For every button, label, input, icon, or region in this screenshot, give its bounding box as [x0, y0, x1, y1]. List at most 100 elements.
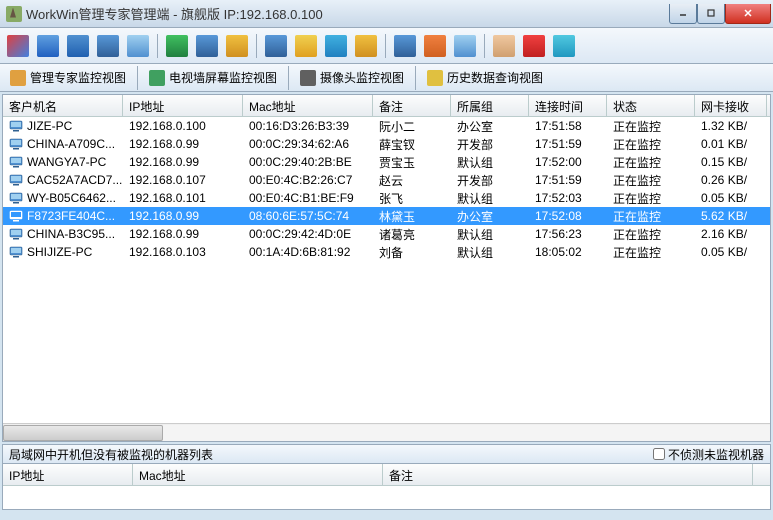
toolbar-button[interactable] [322, 32, 350, 60]
column-header[interactable]: 备注 [373, 95, 451, 116]
column-header[interactable]: 连接时间 [529, 95, 607, 116]
table-cell: 17:52:00 [529, 154, 607, 170]
view-tab-icon [10, 70, 26, 86]
table-row[interactable]: F8723FE404C...192.168.0.9908:60:6E:57:5C… [3, 207, 770, 225]
table-cell: 正在监控 [607, 189, 695, 208]
column-header[interactable]: 所属组 [451, 95, 529, 116]
icon-p-icon [493, 35, 515, 57]
toolbar-button[interactable] [451, 32, 479, 60]
table-cell: SHIJIZE-PC [3, 244, 123, 260]
pc-icon [9, 174, 23, 186]
toolbar-button[interactable] [262, 32, 290, 60]
view-tab[interactable]: 摄像头监控视图 [294, 67, 410, 88]
table-cell: CHINA-B3C95... [3, 226, 123, 242]
table-cell: 17:51:59 [529, 172, 607, 188]
table-cell: 正在监控 [607, 117, 695, 136]
table-cell: 00:E0:4C:B2:26:C7 [243, 172, 373, 188]
table-cell: 08:60:6E:57:5C:74 [243, 208, 373, 224]
table-cell: CHINA-A709C... [3, 136, 123, 152]
table-cell: 192.168.0.99 [123, 226, 243, 242]
view-tab[interactable]: 管理专家监控视图 [4, 67, 132, 88]
toolbar-button[interactable] [94, 32, 122, 60]
table-cell: 薛宝钗 [373, 135, 451, 154]
table-cell: 192.168.0.99 [123, 136, 243, 152]
toolbar-button[interactable] [352, 32, 380, 60]
titlebar: WorkWin管理专家管理端 - 旗舰版 IP:192.168.0.100 [0, 0, 773, 28]
icon-r-icon [553, 35, 575, 57]
toolbar-button[interactable] [550, 32, 578, 60]
table-cell: 默认组 [451, 243, 529, 262]
table-cell: 17:56:23 [529, 226, 607, 242]
view-tab-label: 历史数据查询视图 [447, 69, 543, 86]
bottom-panel-header: 局域网中开机但没有被监视的机器列表 不侦测未监视机器 [2, 444, 771, 464]
table-cell: 17:52:08 [529, 208, 607, 224]
toolbar-button[interactable] [124, 32, 152, 60]
toolbar-button[interactable] [193, 32, 221, 60]
toolbar-button[interactable] [391, 32, 419, 60]
table-cell: 默认组 [451, 225, 529, 244]
pc-icon [9, 246, 23, 258]
icon-q-icon [523, 35, 545, 57]
table-row[interactable]: CHINA-B3C95...192.168.0.9900:0C:29:42:4D… [3, 225, 770, 243]
table-cell: 1.32 KB/ [695, 118, 767, 134]
icon-o-icon [454, 35, 476, 57]
column-header[interactable]: Mac地址 [133, 464, 383, 485]
table-cell: CAC52A7ACD7... [3, 172, 123, 188]
column-header[interactable]: 网卡接收 [695, 95, 767, 116]
toolbar-button[interactable] [223, 32, 251, 60]
table-row[interactable]: CAC52A7ACD7...192.168.0.10700:E0:4C:B2:2… [3, 171, 770, 189]
horizontal-scrollbar[interactable] [3, 423, 770, 441]
bottom-panel: 局域网中开机但没有被监视的机器列表 不侦测未监视机器 IP地址Mac地址备注 [2, 444, 771, 510]
toolbar-button[interactable] [520, 32, 548, 60]
table-row[interactable]: SHIJIZE-PC192.168.0.10300:1A:4D:6B:81:92… [3, 243, 770, 261]
table-row[interactable]: JIZE-PC192.168.0.10000:16:D3:26:B3:39阮小二… [3, 117, 770, 135]
icon-b-icon [37, 35, 59, 57]
table-cell: 0.15 KB/ [695, 154, 767, 170]
table-cell: 默认组 [451, 189, 529, 208]
table-cell: 00:0C:29:34:62:A6 [243, 136, 373, 152]
toolbar-button[interactable] [163, 32, 191, 60]
table-cell: 阮小二 [373, 117, 451, 136]
toolbar-button[interactable] [292, 32, 320, 60]
scrollbar-track[interactable] [3, 425, 770, 441]
table-cell: 0.26 KB/ [695, 172, 767, 188]
no-detect-checkbox-label[interactable]: 不侦测未监视机器 [653, 446, 764, 463]
toolbar-button[interactable] [64, 32, 92, 60]
table-cell: 192.168.0.107 [123, 172, 243, 188]
column-header[interactable]: 备注 [383, 464, 753, 485]
table-cell: 00:16:D3:26:B3:39 [243, 118, 373, 134]
icon-c-icon [67, 35, 89, 57]
table-row[interactable]: WY-B05C6462...192.168.0.10100:E0:4C:B1:B… [3, 189, 770, 207]
table-cell: JIZE-PC [3, 118, 123, 134]
table-cell: 刘备 [373, 243, 451, 262]
app-icon [6, 6, 22, 22]
column-header[interactable]: 客户机名 [3, 95, 123, 116]
table-cell: 192.168.0.99 [123, 208, 243, 224]
icon-h-icon [226, 35, 248, 57]
no-detect-checkbox[interactable] [653, 448, 665, 460]
view-tab[interactable]: 电视墙屏幕监控视图 [143, 67, 283, 88]
toolbar-button[interactable] [4, 32, 32, 60]
pc-icon [9, 156, 23, 168]
view-tab[interactable]: 历史数据查询视图 [421, 67, 549, 88]
table-row[interactable]: CHINA-A709C...192.168.0.9900:0C:29:34:62… [3, 135, 770, 153]
view-tab-label: 摄像头监控视图 [320, 69, 404, 86]
table-cell: 192.168.0.101 [123, 190, 243, 206]
view-tab-icon [300, 70, 316, 86]
minimize-button[interactable] [669, 4, 697, 24]
column-header[interactable]: IP地址 [123, 95, 243, 116]
toolbar-button[interactable] [490, 32, 518, 60]
table-body[interactable]: JIZE-PC192.168.0.10000:16:D3:26:B3:39阮小二… [3, 117, 770, 423]
table-row[interactable]: WANGYA7-PC192.168.0.9900:0C:29:40:2B:BE贾… [3, 153, 770, 171]
toolbar-button[interactable] [421, 32, 449, 60]
toolbar-button[interactable] [34, 32, 62, 60]
table-cell: 00:0C:29:40:2B:BE [243, 154, 373, 170]
close-button[interactable] [725, 4, 771, 24]
table-cell: 17:52:03 [529, 190, 607, 206]
maximize-button[interactable] [697, 4, 725, 24]
column-header[interactable]: Mac地址 [243, 95, 373, 116]
column-header[interactable]: IP地址 [3, 464, 133, 485]
pc-icon [9, 192, 23, 204]
column-header[interactable]: 状态 [607, 95, 695, 116]
scrollbar-thumb[interactable] [3, 425, 163, 441]
